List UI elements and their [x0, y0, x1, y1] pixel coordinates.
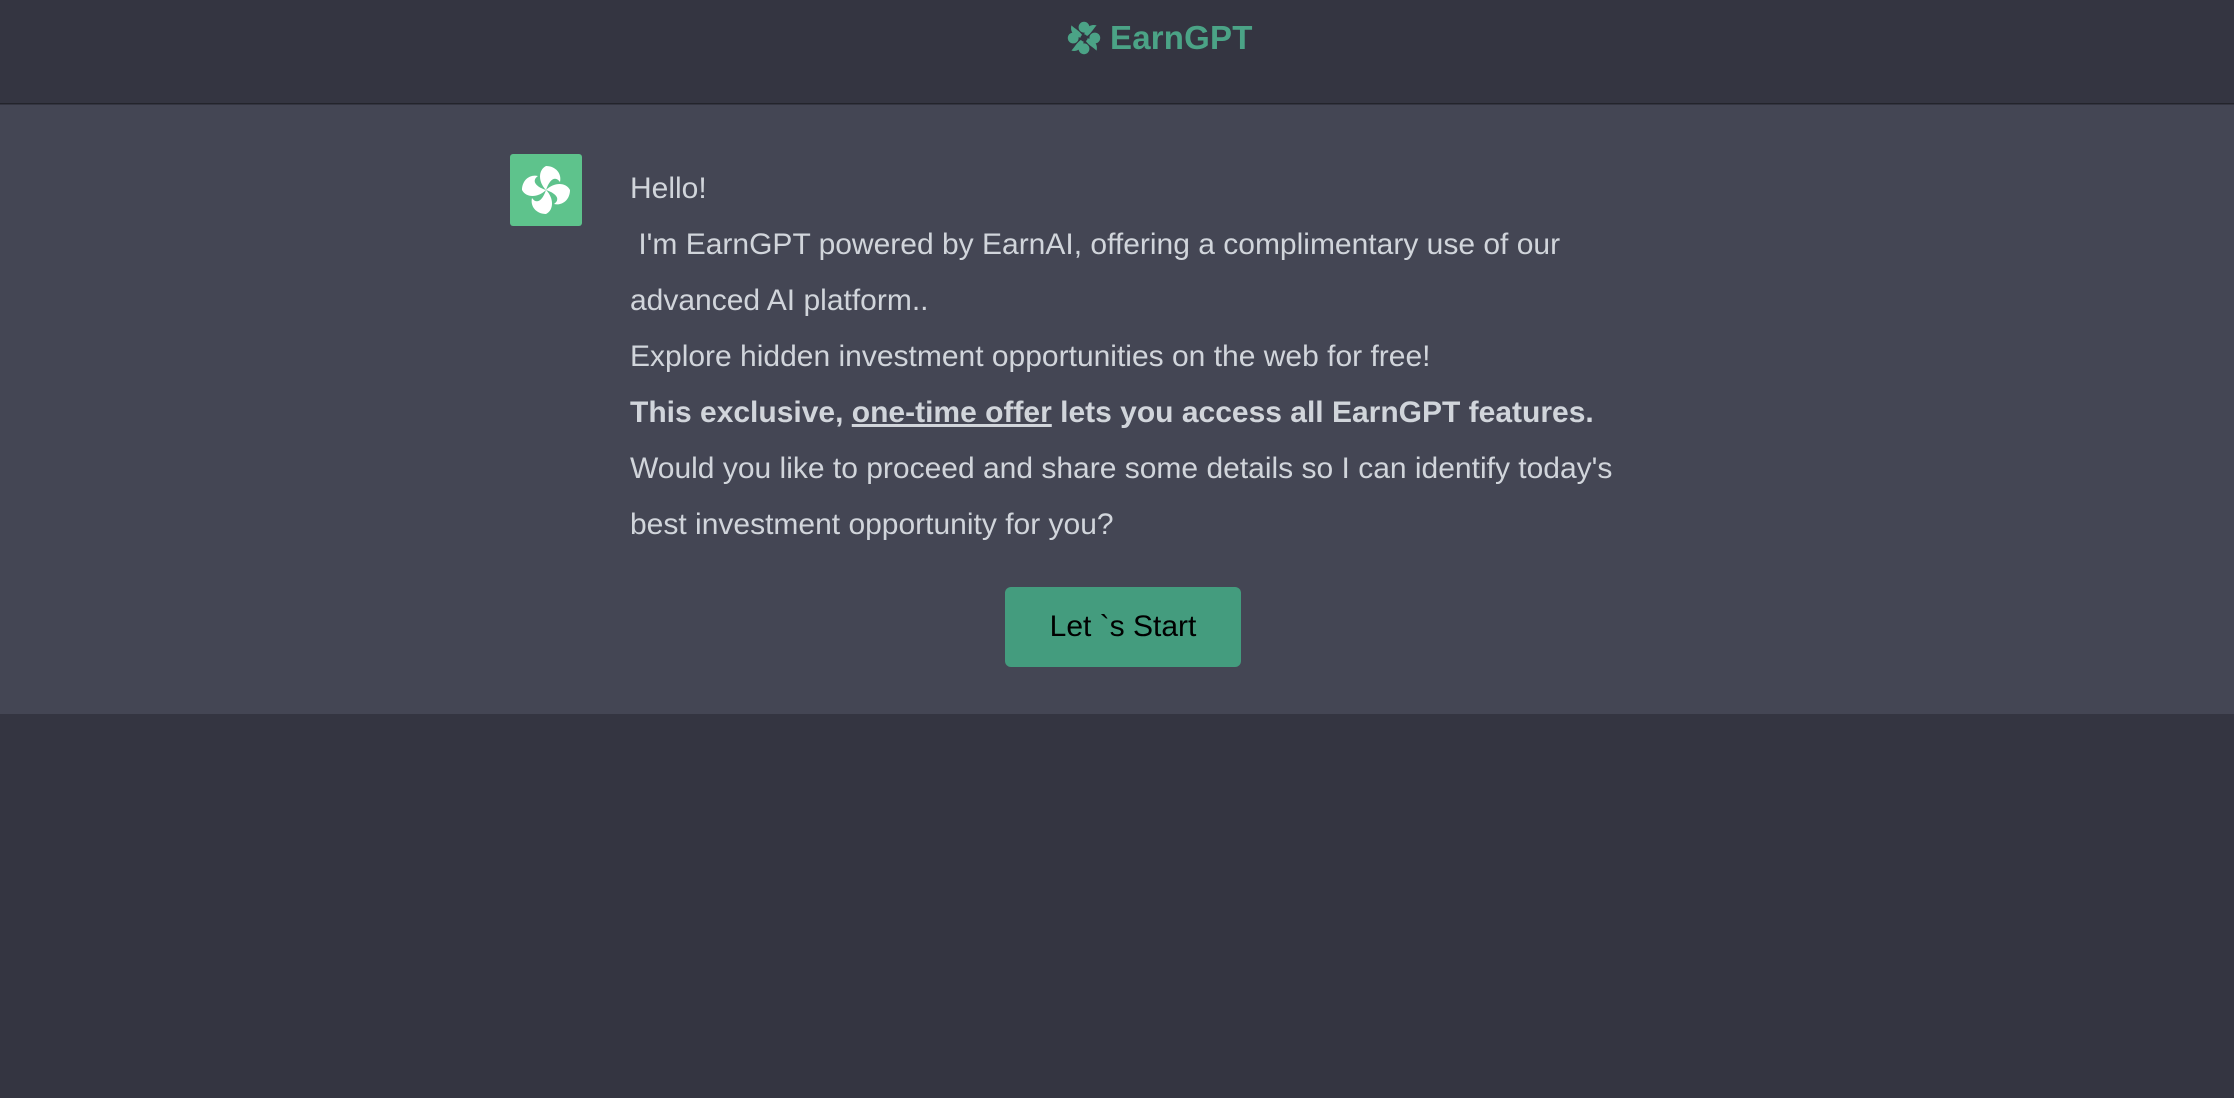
intro-text-content: I'm EarnGPT powered by EarnAI, offering …	[630, 228, 1561, 317]
swirl-logo-icon	[522, 166, 570, 214]
swirl-logo-icon	[1067, 21, 1101, 55]
brand-logo[interactable]: EarnGPT	[1066, 16, 1253, 60]
intro-text: I'm EarnGPT powered by EarnAI, offering …	[630, 217, 1650, 329]
explore-text: Explore hidden investment opportunities …	[630, 340, 1431, 373]
top-header: EarnGPT	[0, 0, 2234, 104]
assistant-message: Hello! I'm EarnGPT powered by EarnAI, of…	[0, 105, 2234, 714]
offer-suffix: lets you access all EarnGPT features.	[1051, 396, 1594, 429]
question-text: Would you like to proceed and share some…	[630, 452, 1613, 541]
lets-start-button[interactable]: Let `s Start	[1005, 587, 1241, 667]
one-time-offer-link[interactable]: one-time offer	[852, 396, 1052, 429]
brand-name: EarnGPT	[1110, 19, 1253, 56]
offer-prefix: This exclusive,	[630, 396, 852, 429]
offer-text: This exclusive, one-time offer lets you …	[630, 385, 1650, 441]
greeting-text: Hello!	[630, 172, 707, 205]
assistant-avatar	[510, 154, 582, 226]
message-body: Hello! I'm EarnGPT powered by EarnAI, of…	[630, 161, 1650, 553]
